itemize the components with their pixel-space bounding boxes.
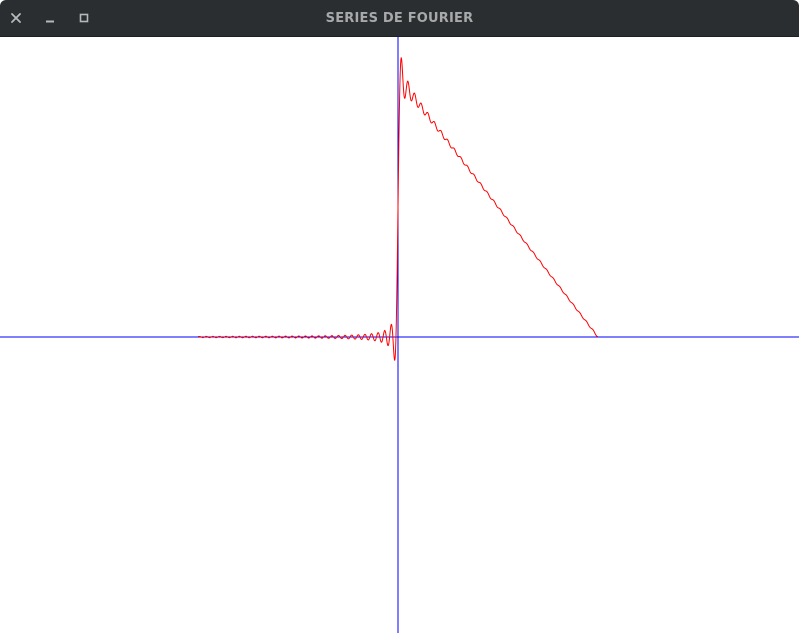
app-window: SERIES DE FOURIER [0,0,799,633]
title-bar[interactable]: SERIES DE FOURIER [0,0,799,37]
window-title: SERIES DE FOURIER [325,11,474,26]
plot-canvas[interactable] [0,37,799,633]
plot-svg [0,37,799,633]
